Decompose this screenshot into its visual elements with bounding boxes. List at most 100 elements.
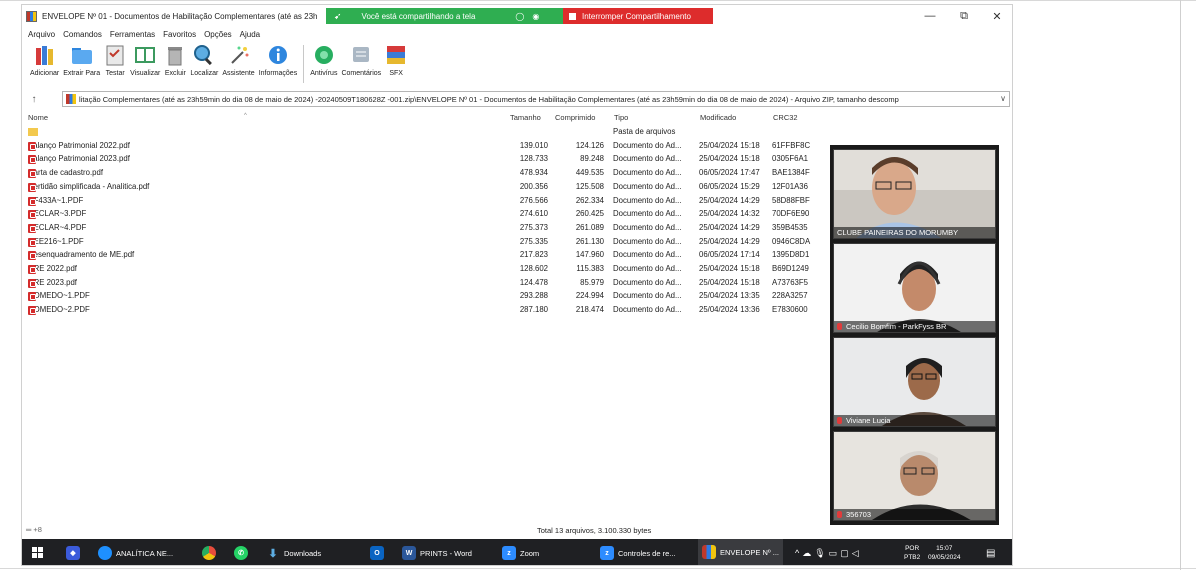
menu-comandos[interactable]: Comandos [63,30,102,39]
file-modified: 25/04/2024 14:29 [699,236,760,246]
column-crc-header[interactable]: CRC32 [773,113,798,122]
menu-opcoes[interactable]: Opções [204,30,232,39]
menu-ferramentas[interactable]: Ferramentas [110,30,155,39]
file-name: Desenquadramento de ME.pdf [28,250,134,261]
menu-arquivo[interactable]: Arquivo [28,30,55,39]
path-dropdown-icon[interactable]: ∨ [1000,94,1006,103]
file-size: 275.335 [519,236,548,246]
taskbar-fish-app[interactable]: ◆ [66,539,84,565]
path-field[interactable]: litação Complementares (até as 23h59min … [62,91,1010,107]
file-modified: 25/04/2024 14:32 [699,209,760,219]
file-modified: 25/04/2024 13:36 [699,305,760,315]
extract-to-button[interactable]: Extrair Para [63,43,100,77]
pdf-icon [28,141,36,151]
minimize-button[interactable]: — [915,7,945,25]
window-title: ENVELOPE Nº 01 - Documentos de Habilitaç… [42,11,318,21]
notifications-icon[interactable]: ▤ [986,539,995,565]
antivirus-icon [313,43,335,67]
zoom-controls-icon: z [600,546,614,560]
file-size: 124.478 [519,277,548,287]
table-row[interactable]: DRE 2022.pdf 128.602 115.383 Documento do A… [22,263,822,277]
file-name: Certidão simplificada - Analitica.pdf [28,182,149,192]
delete-button[interactable]: Excluir [164,43,186,77]
comments-button[interactable]: Comentários [341,43,381,77]
file-compressed: 262.334 [575,195,604,205]
table-row[interactable]: NOMEDO~2.PDF 287.180 218.474 Documento do A… [22,304,822,318]
find-button[interactable]: Localizar [190,43,218,77]
column-modified-header[interactable]: Modificado [700,113,736,122]
test-button[interactable]: Testar [104,43,126,77]
view-button[interactable]: Visualizar [130,43,160,77]
share-settings-control[interactable]: ◉ [532,12,539,21]
file-crc: 61FFBF8C [772,140,811,150]
taskbar-word[interactable]: W PRINTS - Word [402,539,472,565]
table-row[interactable]: Certidão simplificada - Analitica.pdf 200… [22,181,822,195]
participant-tile[interactable]: Viviane Lucia [833,337,996,427]
file-crc: 58D88FBF [772,195,810,205]
participant-tile[interactable]: Cecilio Bomfim - ParkFyss BR [833,243,996,333]
file-type: Documento do Ad... [613,209,682,219]
taskbar-winrar[interactable]: ENVELOPE Nº ... [698,539,784,565]
wizard-button[interactable]: Assistente [222,43,255,77]
file-crc: A73763F5 [772,277,808,287]
table-row[interactable]: NOMEDO~1.PDF 293.288 224.994 Documento do A… [22,290,822,304]
system-tray-icons[interactable]: ^ ☁ 🎙 ▭ ▢ ◁ [795,539,862,565]
file-modified: 25/04/2024 14:29 [699,195,760,205]
table-row[interactable]: DECLAR~4.PDF 275.373 261.089 Documento do A… [22,222,822,236]
table-row[interactable]: Balanço Patrimonial 2023.pdf 128.733 89.24… [22,153,822,167]
participant-name: Viviane Lucia [834,415,995,426]
taskbar-chrome[interactable] [202,539,220,565]
file-name: DECLAR~3.PDF [28,209,86,220]
participant-tile[interactable]: 356703 [833,431,996,521]
share-pause-control[interactable]: ◯ [515,12,524,21]
pdf-icon [28,265,36,274]
menu-ajuda[interactable]: Ajuda [240,30,260,39]
file-size: 293.288 [519,291,548,301]
pdf-icon [28,223,36,233]
up-folder-button[interactable]: ↑ [22,94,46,105]
taskbar-edge[interactable]: ANALÍTICA NE... [98,539,173,565]
table-row[interactable]: DF433A~1.PDF 276.566 262.334 Documento do A… [22,195,822,209]
file-name: DRE 2023.pdf [28,278,77,288]
status-left-icon: ═ +8 [26,525,42,534]
column-size-header[interactable]: Tamanho [510,113,541,122]
taskbar-zoom[interactable]: z Zoom [502,539,539,565]
table-row[interactable]: Balanço Patrimonial 2022.pdf 139.010 124.1… [22,140,822,154]
pdf-icon [28,210,36,220]
taskbar-outlook[interactable]: O [370,539,388,565]
column-compressed-header[interactable]: Comprimido [555,113,595,122]
file-size: 478.934 [519,168,548,178]
column-type-header[interactable]: Tipo [614,113,628,122]
menu-favoritos[interactable]: Favoritos [163,30,196,39]
table-row[interactable]: Desenquadramento de ME.pdf 217.823 147.960… [22,249,822,263]
add-button[interactable]: Adicionar [30,43,59,77]
info-button[interactable]: Informações [259,43,297,77]
volume-icon: ◁ [851,547,862,558]
file-name-text: DF433A~1.PDF [28,195,84,205]
participant-tile[interactable]: CLUBE PAINEIRAS DO MORUMBY [833,149,996,239]
file-type: Documento do Ad... [613,195,682,205]
sfx-button[interactable]: SFX [385,43,407,77]
table-row[interactable]: .. Pasta de arquivos [22,126,822,140]
taskbar-whatsapp[interactable]: ✆ [234,539,252,565]
stop-share-button[interactable]: Interromper Compartilhamento [563,8,713,24]
antivirus-button[interactable]: Antivírus [310,43,337,77]
file-name: DF433A~1.PDF [28,195,84,206]
language-indicator[interactable]: POR PTB2 [904,539,920,565]
comment-icon [350,43,372,67]
clock[interactable]: 15:07 09/05/2024 [928,539,961,565]
taskbar-zoom-controls[interactable]: z Controles de re... [600,539,676,565]
taskbar-downloads[interactable]: ⬇ Downloads [266,539,321,565]
close-button[interactable]: ✕ [982,7,1012,25]
column-name-header[interactable]: Nome [28,113,48,122]
info-icon [267,43,289,67]
table-row[interactable]: Carta de cadastro.pdf 478.934 449.535 Docum… [22,167,822,181]
start-button[interactable] [32,539,44,565]
table-row[interactable]: DRE 2023.pdf 124.478 85.979 Documento do Ad… [22,277,822,291]
file-name-text: DEE216~1.PDF [28,236,84,246]
table-row[interactable]: DEE216~1.PDF 275.335 261.130 Documento do A… [22,236,822,250]
file-name: NOMEDO~2.PDF [28,305,90,316]
table-row[interactable]: DECLAR~3.PDF 274.610 260.425 Documento do A… [22,208,822,222]
folder-icon [71,43,93,67]
restore-button[interactable]: ⧉ [949,7,979,25]
